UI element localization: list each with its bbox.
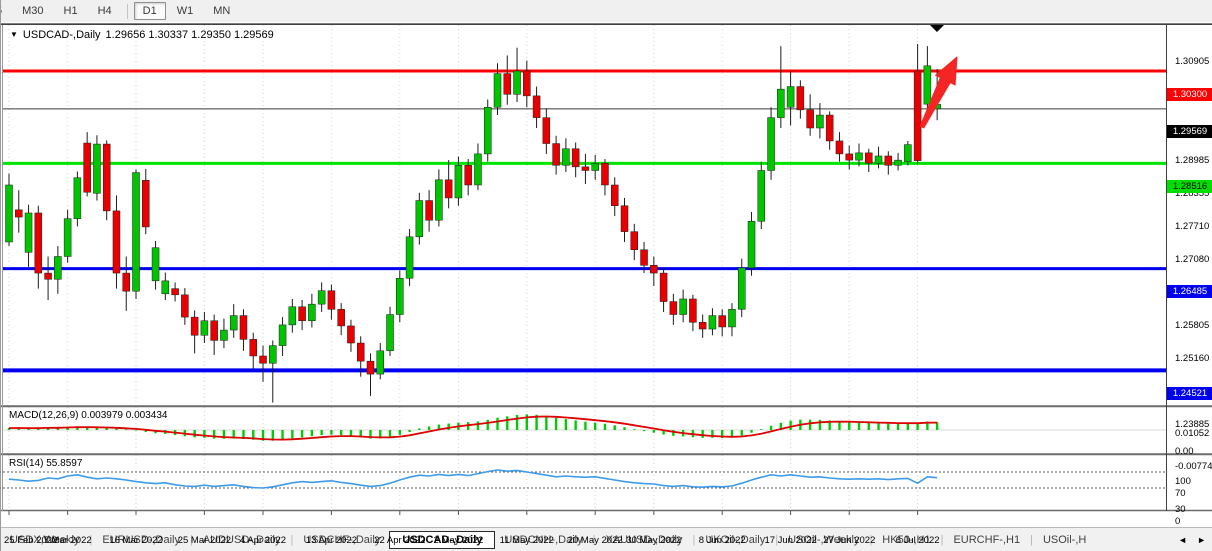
toolbar-separator xyxy=(127,4,128,19)
rsi-tick-label: 70 xyxy=(1175,488,1186,499)
timeframe-button-m30[interactable]: M30 xyxy=(13,2,52,20)
price-tick-label: 1.27710 xyxy=(1175,221,1209,232)
price-level-badge: 1.28516 xyxy=(1167,180,1212,193)
price-level-badge: 1.29569 xyxy=(1167,125,1212,138)
tab-scroll-arrows: ◄► xyxy=(1178,535,1212,545)
timeframe-toolbar: 5M30H1H4 D1W1MN xyxy=(1,0,1212,23)
date-tick-label: 7 Mar 2022 xyxy=(44,535,92,546)
price-level-badge: 1.26485 xyxy=(1167,285,1212,298)
timeframe-button-mn[interactable]: MN xyxy=(204,2,239,20)
timeframe-button-h1[interactable]: H1 xyxy=(55,2,87,20)
date-tick-label: 6 Jul 2022 xyxy=(896,535,940,546)
tab-scroll-right-icon[interactable]: ► xyxy=(1197,535,1206,545)
tab-usoil-h[interactable]: USOil-,H xyxy=(1034,531,1095,549)
date-tick-label: 13 Apr 2022 xyxy=(306,535,357,546)
macd-tick-label: -0.007744 xyxy=(1175,461,1212,472)
price-tick-label: 1.25805 xyxy=(1175,320,1209,331)
macd-tick-label: 0.01052 xyxy=(1175,428,1209,439)
rsi-tick-label: 100 xyxy=(1175,476,1191,487)
rsi-tick-label: 0 xyxy=(1175,516,1180,527)
price-tick-label: 1.28985 xyxy=(1175,155,1209,166)
date-tick-label: 20 May 2022 xyxy=(568,535,623,546)
rsi-tick-label: 30 xyxy=(1175,504,1186,515)
timeframe-button-h4[interactable]: H4 xyxy=(89,2,121,20)
date-tick-label: 8 Jun 2022 xyxy=(699,535,746,546)
price-tick-label: 1.27080 xyxy=(1175,254,1209,265)
date-tick-label: 30 May 2022 xyxy=(626,535,681,546)
tab-scroll-left-icon[interactable]: ◄ xyxy=(1178,535,1187,545)
terminal-window: 5M30H1H4 D1W1MN ▼ USDCAD-,Daily 1.29656 1… xyxy=(0,0,1212,551)
timeframe-button-5[interactable]: 5 xyxy=(1,2,11,20)
price-level-badge: 1.30300 xyxy=(1167,88,1212,101)
date-tick-label: 11 May 2022 xyxy=(500,535,554,546)
date-tick-label: 4 Apr 2022 xyxy=(240,535,286,546)
date-tick-label: 22 Apr 2022 xyxy=(374,535,425,546)
date-tick-label: 25 Mar 2022 xyxy=(178,535,231,546)
timeframe-button-w1[interactable]: W1 xyxy=(168,2,203,20)
price-level-badge: 1.24521 xyxy=(1167,387,1212,400)
price-tick-label: 1.25160 xyxy=(1175,353,1209,364)
tab-eurchf-h1[interactable]: EURCHF-,H1 xyxy=(944,531,1029,549)
chart-plot-area[interactable] xyxy=(3,25,1166,511)
date-tick-label: 16 Mar 2022 xyxy=(109,535,162,546)
date-tick-label: 17 Jun 2022 xyxy=(764,535,816,546)
price-tick-label: 1.30905 xyxy=(1175,56,1209,67)
date-tick-label: 27 Jun 2022 xyxy=(823,535,875,546)
macd-tick-label: 0.00 xyxy=(1175,446,1194,457)
timeframe-button-d1[interactable]: D1 xyxy=(134,2,166,20)
date-tick-label: 2 May 2022 xyxy=(434,535,484,546)
chart-window: ▼ USDCAD-,Daily 1.29656 1.30337 1.29350 … xyxy=(1,22,1212,528)
